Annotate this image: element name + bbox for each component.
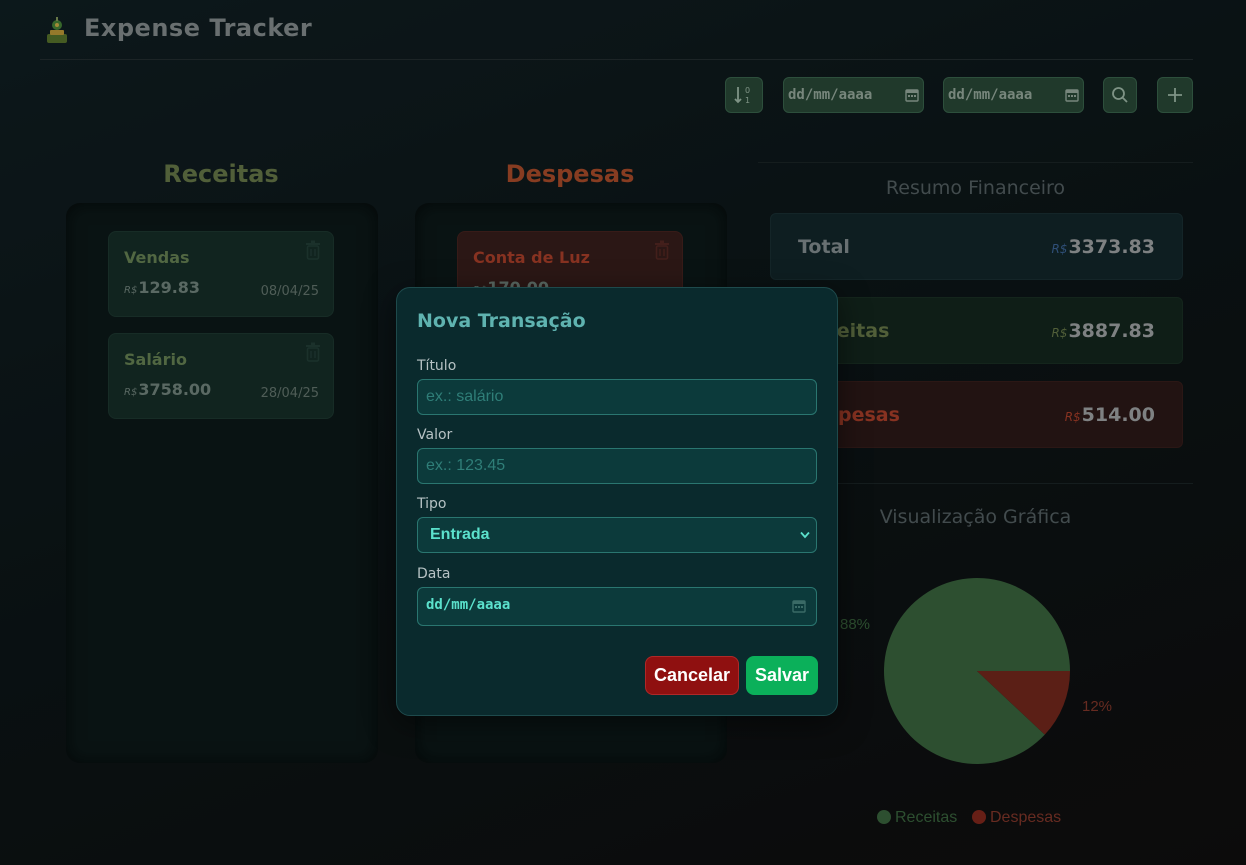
type-selected-value: Entrada: [430, 526, 490, 543]
calendar-icon[interactable]: [792, 599, 806, 613]
value-field-label: Valor: [417, 427, 453, 443]
modal-title: Nova Transação: [417, 310, 586, 332]
value-input[interactable]: ex.: 123.45: [417, 448, 817, 484]
title-field-label: Título: [417, 358, 457, 374]
title-input[interactable]: ex.: salário: [417, 379, 817, 415]
cancel-button[interactable]: Cancelar: [645, 656, 739, 695]
date-input[interactable]: dd/mm/aaaa: [417, 587, 817, 626]
value-placeholder: ex.: 123.45: [426, 457, 506, 474]
app-root: Expense Tracker 0 1 dd/mm/aaaa dd/mm/aaa…: [0, 0, 1246, 865]
type-field-label: Tipo: [417, 496, 447, 512]
new-transaction-modal: Nova Transação Título ex.: salário Valor…: [396, 287, 838, 716]
date-field-label: Data: [417, 566, 451, 582]
type-select[interactable]: Entrada: [417, 517, 817, 553]
title-placeholder: ex.: salário: [426, 388, 504, 405]
chevron-down-icon: [800, 531, 810, 539]
save-button[interactable]: Salvar: [746, 656, 818, 695]
date-placeholder: dd/mm/aaaa: [426, 597, 511, 613]
